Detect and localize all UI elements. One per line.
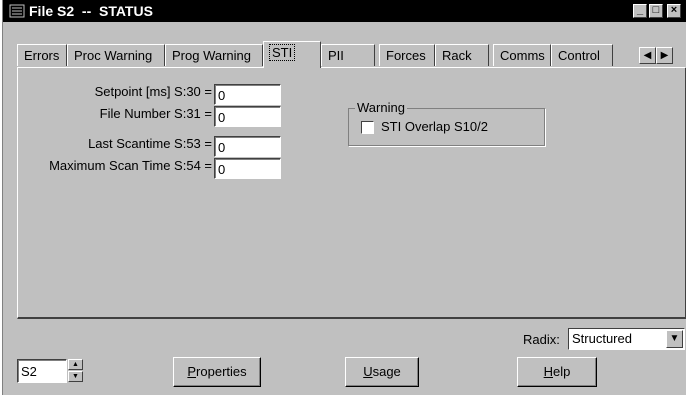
warning-group-legend: Warning: [355, 100, 407, 115]
tab-sti[interactable]: STI: [263, 41, 321, 68]
close-button[interactable]: ×: [667, 4, 681, 18]
chevron-down-icon[interactable]: ▼: [666, 330, 683, 348]
file-app-icon: [9, 4, 25, 18]
setpoint-row: Setpoint [ms] S:30 =: [18, 83, 212, 103]
last-scantime-label: Last Scantime S:53 =: [88, 136, 212, 151]
properties-button[interactable]: Properties: [173, 357, 261, 387]
tab-rack[interactable]: Rack: [435, 44, 489, 66]
sti-overlap-label[interactable]: STI Overlap S10/2: [381, 119, 488, 134]
tab-pii[interactable]: PII: [321, 44, 375, 66]
radix-label: Radix:: [523, 332, 560, 347]
radix-select[interactable]: Structured ▼: [568, 328, 685, 350]
usage-button[interactable]: Usage: [345, 357, 419, 387]
warning-group: Warning STI Overlap S10/2: [348, 100, 545, 146]
sti-panel: Setpoint [ms] S:30 = 0 File Number S:31 …: [17, 67, 686, 319]
radix-value: Structured: [572, 331, 632, 346]
status-window: File S2 -- STATUS _ □ × Errors Proc Warn…: [2, 0, 686, 395]
title-bar[interactable]: File S2 -- STATUS _ □ ×: [3, 0, 686, 22]
last-scantime-row: Last Scantime S:53 =: [18, 135, 212, 155]
file-selector-down-button[interactable]: ▼: [68, 371, 83, 382]
max-scantime-field[interactable]: 0: [214, 158, 281, 179]
file-number-label: File Number S:31 =: [99, 106, 212, 121]
tab-control[interactable]: Control: [551, 44, 613, 66]
file-selector-up-button[interactable]: ▲: [68, 359, 83, 370]
tab-scroll-left-button[interactable]: ◀: [639, 47, 656, 64]
file-selector-input[interactable]: S2: [17, 359, 67, 383]
tab-comms[interactable]: Comms: [493, 44, 551, 66]
minimize-button[interactable]: _: [633, 4, 647, 18]
max-scantime-row: Maximum Scan Time S:54 =: [18, 157, 212, 177]
file-number-row: File Number S:31 =: [18, 105, 212, 125]
tab-scroll-right-button[interactable]: ▶: [656, 47, 673, 64]
help-button[interactable]: Help: [517, 357, 597, 387]
sti-overlap-checkbox[interactable]: [361, 121, 374, 134]
maximize-button[interactable]: □: [649, 4, 663, 18]
setpoint-field[interactable]: 0: [214, 84, 281, 105]
setpoint-label: Setpoint [ms] S:30 =: [94, 84, 212, 99]
tab-proc-warning[interactable]: Proc Warning: [67, 44, 165, 66]
tab-errors[interactable]: Errors: [17, 44, 67, 66]
tab-forces[interactable]: Forces: [379, 44, 435, 66]
window-title: File S2 -- STATUS: [29, 3, 153, 19]
file-number-field[interactable]: 0: [214, 106, 281, 127]
last-scantime-field[interactable]: 0: [214, 136, 281, 157]
tab-prog-warning[interactable]: Prog Warning: [165, 44, 263, 66]
max-scantime-label: Maximum Scan Time S:54 =: [49, 158, 212, 173]
